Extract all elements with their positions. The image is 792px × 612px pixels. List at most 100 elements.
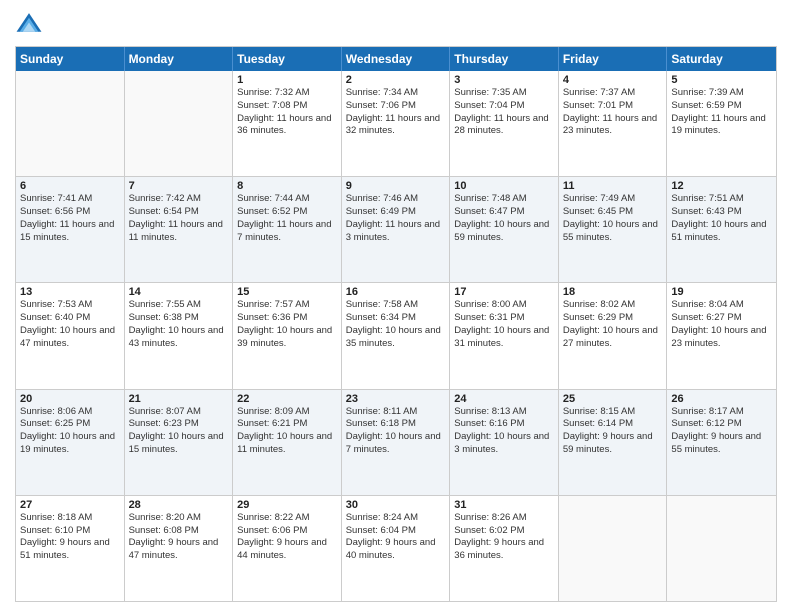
cal-cell: 15Sunrise: 7:57 AM Sunset: 6:36 PM Dayli… [233, 283, 342, 388]
day-number: 18 [563, 286, 663, 298]
day-info: Sunrise: 7:32 AM Sunset: 7:08 PM Dayligh… [237, 87, 337, 138]
day-info: Sunrise: 7:58 AM Sunset: 6:34 PM Dayligh… [346, 299, 446, 350]
cal-cell: 29Sunrise: 8:22 AM Sunset: 6:06 PM Dayli… [233, 496, 342, 601]
day-number: 5 [671, 74, 772, 86]
cal-cell: 5Sunrise: 7:39 AM Sunset: 6:59 PM Daylig… [667, 71, 776, 176]
cal-cell: 25Sunrise: 8:15 AM Sunset: 6:14 PM Dayli… [559, 390, 668, 495]
day-number: 8 [237, 180, 337, 192]
day-number: 1 [237, 74, 337, 86]
cal-cell: 2Sunrise: 7:34 AM Sunset: 7:06 PM Daylig… [342, 71, 451, 176]
day-number: 2 [346, 74, 446, 86]
day-info: Sunrise: 8:00 AM Sunset: 6:31 PM Dayligh… [454, 299, 554, 350]
day-number: 22 [237, 393, 337, 405]
day-info: Sunrise: 8:09 AM Sunset: 6:21 PM Dayligh… [237, 406, 337, 457]
cal-cell [16, 71, 125, 176]
day-number: 13 [20, 286, 120, 298]
cal-cell [667, 496, 776, 601]
day-number: 6 [20, 180, 120, 192]
day-number: 14 [129, 286, 229, 298]
cal-cell: 18Sunrise: 8:02 AM Sunset: 6:29 PM Dayli… [559, 283, 668, 388]
header-cell-tuesday: Tuesday [233, 47, 342, 71]
day-info: Sunrise: 8:11 AM Sunset: 6:18 PM Dayligh… [346, 406, 446, 457]
cal-cell: 19Sunrise: 8:04 AM Sunset: 6:27 PM Dayli… [667, 283, 776, 388]
cal-cell: 9Sunrise: 7:46 AM Sunset: 6:49 PM Daylig… [342, 177, 451, 282]
day-info: Sunrise: 7:46 AM Sunset: 6:49 PM Dayligh… [346, 193, 446, 244]
cal-cell: 26Sunrise: 8:17 AM Sunset: 6:12 PM Dayli… [667, 390, 776, 495]
header-cell-friday: Friday [559, 47, 668, 71]
header-cell-sunday: Sunday [16, 47, 125, 71]
day-info: Sunrise: 8:26 AM Sunset: 6:02 PM Dayligh… [454, 512, 554, 563]
day-info: Sunrise: 8:06 AM Sunset: 6:25 PM Dayligh… [20, 406, 120, 457]
cal-cell: 8Sunrise: 7:44 AM Sunset: 6:52 PM Daylig… [233, 177, 342, 282]
day-info: Sunrise: 8:07 AM Sunset: 6:23 PM Dayligh… [129, 406, 229, 457]
day-number: 20 [20, 393, 120, 405]
cal-cell: 1Sunrise: 7:32 AM Sunset: 7:08 PM Daylig… [233, 71, 342, 176]
cal-cell: 20Sunrise: 8:06 AM Sunset: 6:25 PM Dayli… [16, 390, 125, 495]
week-row-3: 13Sunrise: 7:53 AM Sunset: 6:40 PM Dayli… [16, 282, 776, 388]
cal-cell: 14Sunrise: 7:55 AM Sunset: 6:38 PM Dayli… [125, 283, 234, 388]
day-number: 17 [454, 286, 554, 298]
cal-cell: 17Sunrise: 8:00 AM Sunset: 6:31 PM Dayli… [450, 283, 559, 388]
day-info: Sunrise: 7:44 AM Sunset: 6:52 PM Dayligh… [237, 193, 337, 244]
cal-cell: 7Sunrise: 7:42 AM Sunset: 6:54 PM Daylig… [125, 177, 234, 282]
day-info: Sunrise: 8:22 AM Sunset: 6:06 PM Dayligh… [237, 512, 337, 563]
header [15, 10, 777, 38]
day-number: 11 [563, 180, 663, 192]
calendar: SundayMondayTuesdayWednesdayThursdayFrid… [15, 46, 777, 602]
day-number: 26 [671, 393, 772, 405]
day-info: Sunrise: 8:13 AM Sunset: 6:16 PM Dayligh… [454, 406, 554, 457]
day-number: 16 [346, 286, 446, 298]
day-info: Sunrise: 8:04 AM Sunset: 6:27 PM Dayligh… [671, 299, 772, 350]
day-info: Sunrise: 7:35 AM Sunset: 7:04 PM Dayligh… [454, 87, 554, 138]
page: SundayMondayTuesdayWednesdayThursdayFrid… [0, 0, 792, 612]
calendar-header-row: SundayMondayTuesdayWednesdayThursdayFrid… [16, 47, 776, 71]
cal-cell: 16Sunrise: 7:58 AM Sunset: 6:34 PM Dayli… [342, 283, 451, 388]
day-number: 7 [129, 180, 229, 192]
header-cell-saturday: Saturday [667, 47, 776, 71]
day-info: Sunrise: 7:55 AM Sunset: 6:38 PM Dayligh… [129, 299, 229, 350]
day-number: 30 [346, 499, 446, 511]
cal-cell: 3Sunrise: 7:35 AM Sunset: 7:04 PM Daylig… [450, 71, 559, 176]
day-info: Sunrise: 7:49 AM Sunset: 6:45 PM Dayligh… [563, 193, 663, 244]
week-row-2: 6Sunrise: 7:41 AM Sunset: 6:56 PM Daylig… [16, 176, 776, 282]
day-number: 29 [237, 499, 337, 511]
day-info: Sunrise: 7:41 AM Sunset: 6:56 PM Dayligh… [20, 193, 120, 244]
day-number: 10 [454, 180, 554, 192]
logo [15, 10, 47, 38]
week-row-1: 1Sunrise: 7:32 AM Sunset: 7:08 PM Daylig… [16, 71, 776, 176]
day-info: Sunrise: 7:42 AM Sunset: 6:54 PM Dayligh… [129, 193, 229, 244]
day-info: Sunrise: 7:37 AM Sunset: 7:01 PM Dayligh… [563, 87, 663, 138]
day-number: 25 [563, 393, 663, 405]
cal-cell: 4Sunrise: 7:37 AM Sunset: 7:01 PM Daylig… [559, 71, 668, 176]
day-info: Sunrise: 8:17 AM Sunset: 6:12 PM Dayligh… [671, 406, 772, 457]
day-number: 4 [563, 74, 663, 86]
day-info: Sunrise: 8:24 AM Sunset: 6:04 PM Dayligh… [346, 512, 446, 563]
cal-cell: 11Sunrise: 7:49 AM Sunset: 6:45 PM Dayli… [559, 177, 668, 282]
cal-cell: 31Sunrise: 8:26 AM Sunset: 6:02 PM Dayli… [450, 496, 559, 601]
day-number: 19 [671, 286, 772, 298]
cal-cell: 10Sunrise: 7:48 AM Sunset: 6:47 PM Dayli… [450, 177, 559, 282]
day-number: 23 [346, 393, 446, 405]
cal-cell: 12Sunrise: 7:51 AM Sunset: 6:43 PM Dayli… [667, 177, 776, 282]
day-info: Sunrise: 8:15 AM Sunset: 6:14 PM Dayligh… [563, 406, 663, 457]
day-number: 28 [129, 499, 229, 511]
header-cell-wednesday: Wednesday [342, 47, 451, 71]
week-row-4: 20Sunrise: 8:06 AM Sunset: 6:25 PM Dayli… [16, 389, 776, 495]
day-info: Sunrise: 8:18 AM Sunset: 6:10 PM Dayligh… [20, 512, 120, 563]
day-info: Sunrise: 7:48 AM Sunset: 6:47 PM Dayligh… [454, 193, 554, 244]
calendar-body: 1Sunrise: 7:32 AM Sunset: 7:08 PM Daylig… [16, 71, 776, 601]
cal-cell: 23Sunrise: 8:11 AM Sunset: 6:18 PM Dayli… [342, 390, 451, 495]
day-info: Sunrise: 7:57 AM Sunset: 6:36 PM Dayligh… [237, 299, 337, 350]
day-number: 15 [237, 286, 337, 298]
header-cell-thursday: Thursday [450, 47, 559, 71]
cal-cell: 24Sunrise: 8:13 AM Sunset: 6:16 PM Dayli… [450, 390, 559, 495]
cal-cell: 28Sunrise: 8:20 AM Sunset: 6:08 PM Dayli… [125, 496, 234, 601]
day-number: 12 [671, 180, 772, 192]
cal-cell: 22Sunrise: 8:09 AM Sunset: 6:21 PM Dayli… [233, 390, 342, 495]
day-number: 3 [454, 74, 554, 86]
day-number: 24 [454, 393, 554, 405]
day-number: 31 [454, 499, 554, 511]
cal-cell: 6Sunrise: 7:41 AM Sunset: 6:56 PM Daylig… [16, 177, 125, 282]
day-info: Sunrise: 7:53 AM Sunset: 6:40 PM Dayligh… [20, 299, 120, 350]
day-info: Sunrise: 8:20 AM Sunset: 6:08 PM Dayligh… [129, 512, 229, 563]
